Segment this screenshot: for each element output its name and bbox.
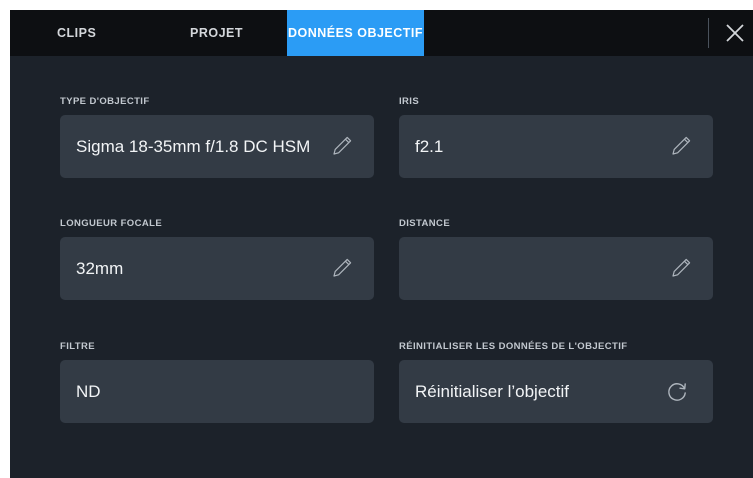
iris-value: f2.1 [415,136,444,156]
distance-field[interactable] [399,237,713,300]
pencil-icon[interactable] [330,256,354,280]
filter-label: FILTRE [60,341,95,352]
distance-label: DISTANCE [399,218,451,229]
lens-type-value: Sigma 18-35mm f/1.8 DC HSM [76,136,311,156]
pencil-icon[interactable] [669,134,693,158]
filter-value: ND [76,381,101,401]
focal-length-label: LONGUEUR FOCALE [60,218,163,229]
reset-lens-button-label: Réinitialiser l’objectif [415,381,570,401]
tab-bar: CLIPS PROJET DONNÉES OBJECTIF [10,10,753,56]
iris-field[interactable]: f2.1 [399,115,713,178]
reset-label: RÉINITIALISER LES DONNÉES DE L'OBJECTIF [399,341,628,352]
refresh-icon [665,380,689,404]
divider [708,18,709,48]
tab-donnees-objectif[interactable]: DONNÉES OBJECTIF [287,10,424,56]
lens-data-panel: CLIPS PROJET DONNÉES OBJECTIF TYPE D'OBJ… [10,10,753,478]
lens-type-label: TYPE D'OBJECTIF [60,96,150,107]
tab-projet[interactable]: PROJET [190,10,243,56]
iris-label: IRIS [399,96,420,107]
focal-length-field[interactable]: 32mm [60,237,374,300]
pencil-icon[interactable] [669,256,693,280]
focal-length-value: 32mm [76,258,124,278]
close-icon[interactable] [720,18,750,48]
tab-clips[interactable]: CLIPS [57,10,96,56]
lens-type-field[interactable]: Sigma 18-35mm f/1.8 DC HSM [60,115,374,178]
reset-lens-button[interactable]: Réinitialiser l’objectif [399,360,713,423]
filter-field[interactable]: ND [60,360,374,423]
pencil-icon[interactable] [330,134,354,158]
